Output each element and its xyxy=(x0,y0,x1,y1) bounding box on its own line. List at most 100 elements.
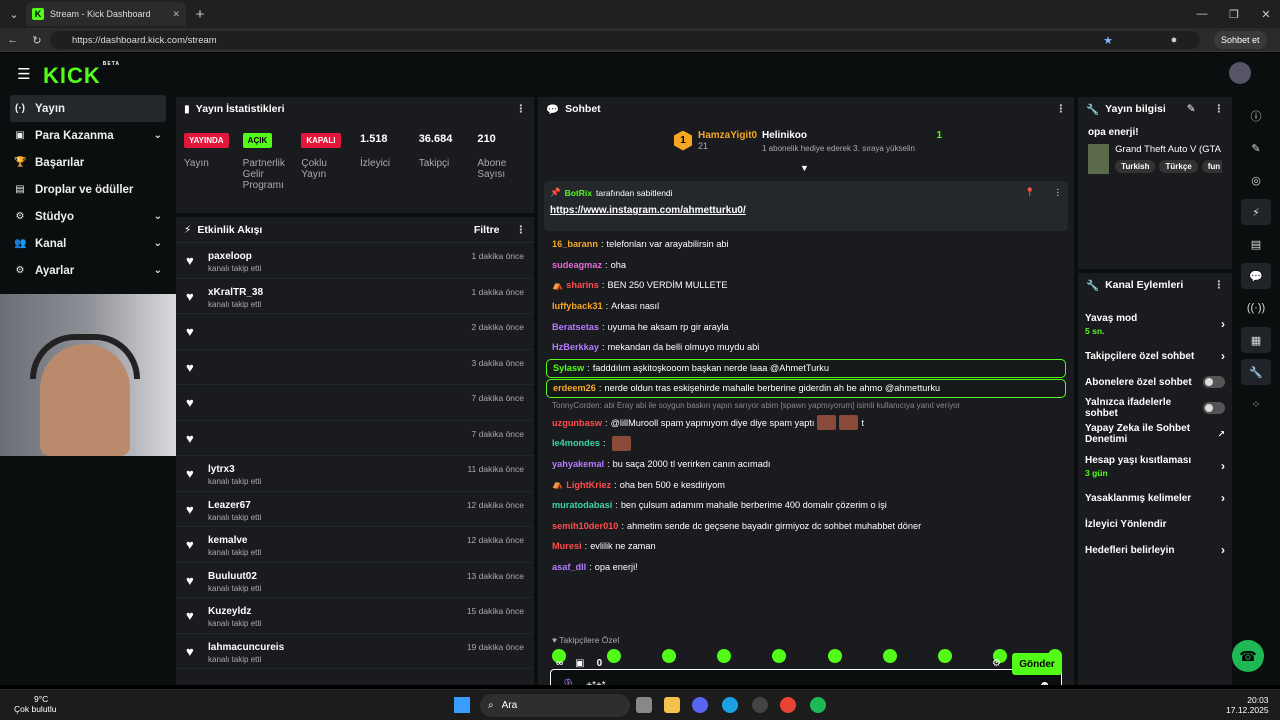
sidebar-item[interactable]: 👥 Kanal ⌄ xyxy=(10,230,166,257)
bolt-icon[interactable]: ⚡ xyxy=(1241,199,1271,225)
url-field[interactable]: https://dashboard.kick.com/stream xyxy=(50,31,1200,49)
channel-action[interactable]: Yapay Zeka ile Sohbet Denetimi ↗ xyxy=(1078,421,1232,447)
info-menu-icon[interactable]: ⋮ xyxy=(1214,103,1225,115)
app-icon[interactable] xyxy=(752,697,768,713)
sidebar-item[interactable]: 🏆 Başarılar xyxy=(10,149,166,176)
mic-icon[interactable]: 🎙 xyxy=(561,678,576,685)
user-avatar[interactable] xyxy=(1229,62,1251,84)
activity-user[interactable]: Kuzeyldz xyxy=(208,606,261,617)
channel-action[interactable]: Yalnızca ifadelerle sohbet xyxy=(1078,395,1232,421)
chat-input[interactable]: 🎙 +*+* ☻ xyxy=(550,669,1062,685)
hamburger-menu-icon[interactable]: ☰ xyxy=(14,64,34,84)
emote-icon[interactable] xyxy=(827,649,842,663)
chrome-icon[interactable] xyxy=(780,697,796,713)
external-link-icon[interactable]: ↗ xyxy=(1217,429,1225,440)
emote-icon[interactable] xyxy=(937,649,952,663)
chat-username[interactable]: sudeagmaz xyxy=(552,260,602,270)
reload-icon[interactable]: ↻ xyxy=(27,30,47,50)
apps-icon[interactable]: ⁘ xyxy=(1241,391,1271,417)
chat-menu-icon[interactable]: ⋮ xyxy=(1056,103,1067,115)
activity-user[interactable]: paxeloop xyxy=(208,251,261,262)
chat-username[interactable]: luffyback31 xyxy=(552,301,603,311)
copilot-chat-button[interactable]: Sohbet et xyxy=(1214,31,1267,49)
toggle-switch[interactable] xyxy=(1203,376,1225,388)
start-icon[interactable] xyxy=(454,697,470,713)
file-explorer-icon[interactable] xyxy=(664,697,680,713)
unpin-icon[interactable]: 📍 xyxy=(1025,187,1036,198)
chevron-down-icon[interactable]: ⌄ xyxy=(154,211,162,222)
activity-user[interactable]: kemalve xyxy=(208,535,261,546)
taskbar-search[interactable]: ⌕ Ara xyxy=(480,694,630,717)
chat-username[interactable]: uzgunbasw xyxy=(552,418,602,428)
pinned-link[interactable]: https://www.instagram.com/ahmetturku0/ xyxy=(550,205,1062,216)
channel-action[interactable]: Abonelere özel sohbet xyxy=(1078,369,1232,395)
chat-username[interactable]: HzBerkkay xyxy=(552,342,599,352)
chevron-right-icon[interactable]: › xyxy=(1221,543,1225,557)
toggle-switch[interactable] xyxy=(1203,402,1225,414)
tag-chip[interactable]: Turkish xyxy=(1115,160,1156,173)
emote-icon[interactable] xyxy=(607,649,622,663)
emote-icon[interactable] xyxy=(717,649,732,663)
camera-icon[interactable]: ◎ xyxy=(1241,167,1271,193)
chevron-down-icon[interactable]: ⌄ xyxy=(154,265,162,276)
chat-bubble-icon[interactable]: 💬 xyxy=(1241,263,1271,289)
profile-avatar-icon[interactable]: ● xyxy=(1164,30,1184,50)
sidebar-item[interactable]: (·) Yayın xyxy=(10,95,166,122)
spotify-icon[interactable] xyxy=(810,697,826,713)
chat-username[interactable]: Muresi xyxy=(552,541,582,551)
chevron-down-icon[interactable]: ⌄ xyxy=(154,130,162,141)
tab-menu-icon[interactable]: ⌄ xyxy=(4,4,24,24)
info-icon[interactable]: ⓘ xyxy=(1241,103,1271,129)
activity-user[interactable]: Leazer67 xyxy=(208,500,261,511)
top-gifter-2[interactable]: Helinikoo 1 1 abonelik hediye ederek 3. s… xyxy=(762,130,942,153)
discord-icon[interactable] xyxy=(692,697,708,713)
game-name[interactable]: Grand Theft Auto V (GTA xyxy=(1115,144,1222,155)
actions-menu-icon[interactable]: ⋮ xyxy=(1214,279,1225,291)
filter-button[interactable]: Filtre xyxy=(474,224,500,236)
chevron-right-icon[interactable]: › xyxy=(1221,491,1225,505)
chat-username[interactable]: sharins xyxy=(566,280,599,290)
favorite-star-icon[interactable]: ★ xyxy=(1098,30,1118,50)
chevron-down-icon[interactable]: ⌄ xyxy=(154,238,162,249)
emoji-icon[interactable]: ☻ xyxy=(1038,678,1051,685)
chat-username[interactable]: erdeem26 xyxy=(553,383,596,393)
edit-info-icon[interactable]: ✎ xyxy=(1187,103,1196,115)
sidebar-item[interactable]: ⚙ Stüdyo ⌄ xyxy=(10,203,166,230)
activity-user[interactable]: Buuluut02 xyxy=(208,571,261,582)
kick-logo[interactable]: KICK BETA xyxy=(43,61,120,89)
gift-shop-icon[interactable]: ▣ xyxy=(575,658,584,669)
top-gifter[interactable]: 1 HamzaYigit0 21 xyxy=(674,130,757,151)
infinity-icon[interactable]: ∞ xyxy=(556,658,563,669)
pencil-icon[interactable]: ✎ xyxy=(1241,135,1271,161)
collapse-pinned-icon[interactable]: ▼ xyxy=(800,163,809,173)
emote-icon[interactable] xyxy=(662,649,677,663)
support-chat-icon[interactable]: ☎ xyxy=(1232,640,1264,672)
emote-icon[interactable] xyxy=(772,649,787,663)
new-tab-icon[interactable]: + xyxy=(190,4,210,24)
chevron-right-icon[interactable]: › xyxy=(1221,349,1225,363)
chat-username[interactable]: yahyakemal xyxy=(552,459,604,469)
browser-tab[interactable]: K Stream - Kick Dashboard ✕ xyxy=(26,2,186,26)
broadcast-signal-icon[interactable]: ((·)) xyxy=(1241,295,1271,321)
chevron-right-icon[interactable]: › xyxy=(1221,317,1225,331)
stats-menu-icon[interactable]: ⋮ xyxy=(516,103,527,115)
channel-action[interactable]: Takipçilere özel sohbet › xyxy=(1078,343,1232,369)
channel-action[interactable]: Yasaklanmış kelimeler › xyxy=(1078,485,1232,511)
sidebar-item[interactable]: ▤ Droplar ve ödüller xyxy=(10,176,166,203)
send-button[interactable]: Gönder xyxy=(1012,653,1062,675)
chat-username[interactable]: Beratsetas xyxy=(552,322,599,332)
tag-chip[interactable]: fun xyxy=(1201,160,1222,173)
notes-icon[interactable]: ▤ xyxy=(1241,231,1271,257)
close-tab-icon[interactable]: ✕ xyxy=(172,9,180,20)
channel-action[interactable]: Hedefleri belirleyin › xyxy=(1078,537,1232,563)
chat-username[interactable]: LightKriez xyxy=(566,480,611,490)
chat-username[interactable]: muratodabasi xyxy=(552,500,612,510)
chat-username[interactable]: le4mondes xyxy=(552,438,600,448)
minimize-icon[interactable]: — xyxy=(1192,4,1212,24)
activity-user[interactable]: lytrx3 xyxy=(208,464,261,475)
task-view-icon[interactable] xyxy=(636,697,652,713)
close-window-icon[interactable]: ✕ xyxy=(1256,4,1276,24)
clock[interactable]: 20:03 17.12.2025 xyxy=(1226,695,1269,715)
tag-chip[interactable]: Türkçe xyxy=(1159,160,1198,173)
chat-username[interactable]: 16_barann xyxy=(552,239,598,249)
